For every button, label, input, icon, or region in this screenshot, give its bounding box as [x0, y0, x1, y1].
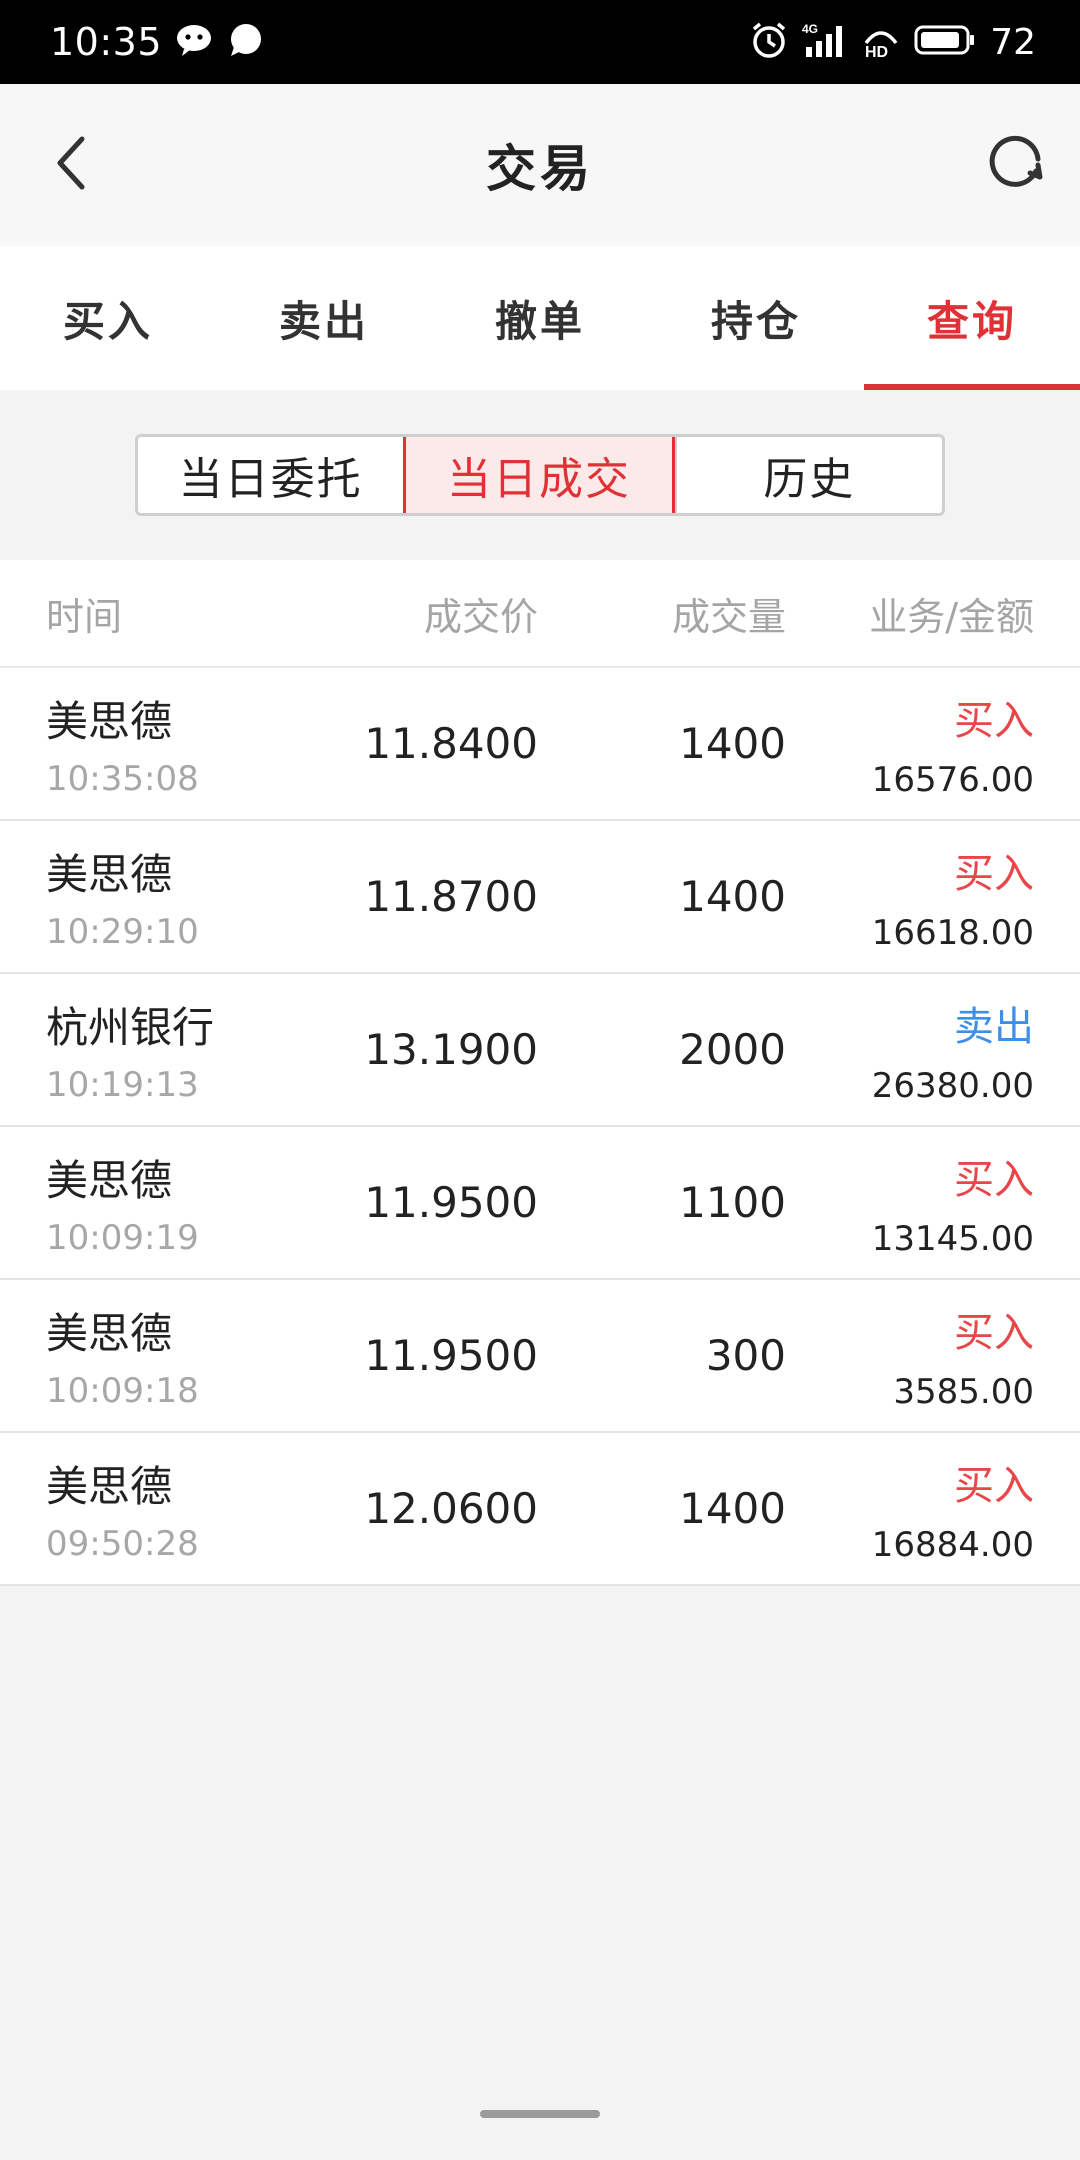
- stock-name: 美思德: [46, 1309, 173, 1358]
- tab-cancel-order[interactable]: 撤单: [432, 246, 648, 390]
- trade-volume: 2000: [679, 1025, 786, 1074]
- stock-name: 美思德: [46, 697, 173, 746]
- trade-volume: 1400: [679, 719, 786, 768]
- trade-volume: 300: [705, 1331, 786, 1380]
- query-segments: 当日委托 当日成交 历史: [135, 434, 945, 516]
- trade-volume: 1400: [679, 872, 786, 921]
- column-header-price: 成交价: [423, 594, 538, 639]
- segment-area: 当日委托 当日成交 历史: [0, 390, 1080, 560]
- cell-name-time: 美思德 10:09:18: [0, 1300, 320, 1411]
- signal-4g-icon: 4G: [802, 21, 848, 63]
- battery-level: 72: [990, 21, 1036, 63]
- business-type: 卖出: [954, 1003, 1034, 1050]
- cell-name-time: 美思德 10:09:19: [0, 1147, 320, 1258]
- table-row[interactable]: 美思德 10:09:18 11.9500 300 买入 3585.00: [0, 1280, 1080, 1433]
- hd-icon: HD: [862, 21, 900, 63]
- status-time: 10:35: [50, 20, 163, 64]
- status-right: 4G HD 72: [750, 21, 1036, 63]
- trade-amount: 16884.00: [871, 1524, 1034, 1565]
- cell-business-amount: 买入 13145.00: [786, 1147, 1034, 1259]
- chat-bubble-icon: [228, 23, 264, 61]
- stock-name: 美思德: [46, 850, 173, 899]
- business-type: 买入: [954, 1309, 1034, 1356]
- trade-amount: 3585.00: [893, 1371, 1034, 1412]
- segment-today-trades[interactable]: 当日成交: [403, 437, 675, 513]
- refresh-icon: [986, 133, 1046, 197]
- trade-time: 10:35:08: [46, 759, 199, 799]
- tab-query[interactable]: 查询: [864, 246, 1080, 390]
- cell-name-time: 杭州银行 10:19:13: [0, 994, 320, 1105]
- segment-today-orders[interactable]: 当日委托: [138, 437, 403, 513]
- table-row[interactable]: 美思德 10:35:08 11.8400 1400 买入 16576.00: [0, 668, 1080, 821]
- trade-amount: 13145.00: [871, 1218, 1034, 1259]
- column-header-time: 时间: [46, 594, 123, 639]
- battery-icon: [914, 24, 976, 60]
- refresh-button[interactable]: [978, 127, 1054, 203]
- trade-price: 11.9500: [364, 1178, 538, 1227]
- tab-buy[interactable]: 买入: [0, 246, 216, 390]
- cell-business-amount: 买入 16884.00: [786, 1453, 1034, 1565]
- cell-name-time: 美思德 09:50:28: [0, 1453, 320, 1564]
- trade-time: 09:50:28: [46, 1524, 199, 1564]
- segment-history[interactable]: 历史: [674, 437, 942, 513]
- alarm-icon: [750, 21, 788, 63]
- cell-business-amount: 买入 16618.00: [786, 841, 1034, 953]
- trade-time: 10:19:13: [46, 1065, 199, 1105]
- column-header-business-amount: 业务/金额: [869, 594, 1034, 639]
- table-header: 时间 成交价 成交量 业务/金额: [0, 560, 1080, 668]
- trades-table: 时间 成交价 成交量 业务/金额 美思德 10:35:08 11.8400 14…: [0, 560, 1080, 1586]
- tab-positions[interactable]: 持仓: [648, 246, 864, 390]
- tab-sell[interactable]: 卖出: [216, 246, 432, 390]
- wechat-icon: [176, 23, 214, 61]
- table-row[interactable]: 杭州银行 10:19:13 13.1900 2000 卖出 26380.00: [0, 974, 1080, 1127]
- column-header-volume: 成交量: [671, 594, 786, 639]
- cell-business-amount: 买入 16576.00: [786, 688, 1034, 800]
- business-type: 买入: [954, 1462, 1034, 1509]
- table-row[interactable]: 美思德 09:50:28 12.0600 1400 买入 16884.00: [0, 1433, 1080, 1586]
- table-row[interactable]: 美思德 10:09:19 11.9500 1100 买入 13145.00: [0, 1127, 1080, 1280]
- business-type: 买入: [954, 697, 1034, 744]
- business-type: 买入: [954, 1156, 1034, 1203]
- trade-time: 10:09:19: [46, 1218, 199, 1258]
- trade-amount: 16576.00: [871, 759, 1034, 800]
- svg-text:HD: HD: [865, 44, 888, 59]
- cell-name-time: 美思德 10:35:08: [0, 688, 320, 799]
- trade-volume: 1400: [679, 1484, 786, 1533]
- chevron-left-icon: [52, 135, 92, 195]
- trade-tabs: 买入 卖出 撤单 持仓 查询: [0, 246, 1080, 390]
- trade-price: 12.0600: [364, 1484, 538, 1533]
- trade-time: 10:09:18: [46, 1371, 199, 1411]
- trade-price: 13.1900: [364, 1025, 538, 1074]
- back-button[interactable]: [42, 135, 102, 195]
- trade-amount: 16618.00: [871, 912, 1034, 953]
- cell-business-amount: 买入 3585.00: [786, 1300, 1034, 1412]
- cell-name-time: 美思德 10:29:10: [0, 841, 320, 952]
- trade-volume: 1100: [679, 1178, 786, 1227]
- trade-price: 11.8400: [364, 719, 538, 768]
- home-indicator[interactable]: [480, 2110, 600, 2118]
- stock-name: 杭州银行: [46, 1003, 215, 1052]
- title-bar: 交易: [0, 84, 1080, 246]
- trade-price: 11.8700: [364, 872, 538, 921]
- trade-time: 10:29:10: [46, 912, 199, 952]
- status-bar: 10:35 4G HD 72: [0, 0, 1080, 84]
- trade-amount: 26380.00: [871, 1065, 1034, 1106]
- table-row[interactable]: 美思德 10:29:10 11.8700 1400 买入 16618.00: [0, 821, 1080, 974]
- svg-text:4G: 4G: [802, 22, 818, 36]
- stock-name: 美思德: [46, 1462, 173, 1511]
- status-left: 10:35: [50, 20, 264, 64]
- cell-business-amount: 卖出 26380.00: [786, 994, 1034, 1106]
- stock-name: 美思德: [46, 1156, 173, 1205]
- business-type: 买入: [954, 850, 1034, 897]
- trade-price: 11.9500: [364, 1331, 538, 1380]
- page-title: 交易: [486, 140, 594, 198]
